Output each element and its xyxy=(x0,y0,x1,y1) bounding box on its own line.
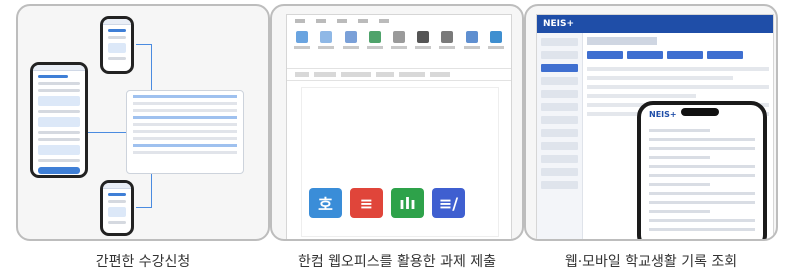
hancom-show-icon[interactable]: ≡ xyxy=(350,188,383,218)
hancom-hwp-icon[interactable]: 호 xyxy=(309,188,342,218)
caption-school-record: 웹·모바일 학교생활 기록 조회 xyxy=(564,254,738,270)
office-format-bar xyxy=(287,69,511,81)
phone-notch xyxy=(681,108,719,116)
school-record-card: NEIS+ NEIS+ xyxy=(524,4,778,241)
caption-web-office: 한컴 웹오피스를 활용한 과제 제출 xyxy=(297,254,497,270)
connector-line-left xyxy=(88,132,126,133)
office-ribbon xyxy=(287,27,511,69)
caption-course-registration: 간편한 수강신청 xyxy=(95,254,191,270)
neis-header: NEIS+ xyxy=(537,15,773,33)
phone-mockup-bottom xyxy=(100,180,134,236)
mobile-phone-mockup: NEIS+ xyxy=(637,101,767,239)
connector-line-top xyxy=(136,44,152,90)
feature-showcase: 호 ≡ ılı ≡/ NEIS+ NEIS+ 간편한 수강신청 한컴 웹오피스를… xyxy=(0,0,793,279)
hancom-app-tiles: 호 ≡ ılı ≡/ xyxy=(309,188,465,218)
neis-sidebar xyxy=(537,33,583,239)
phone-mockup-top xyxy=(100,16,134,74)
hancom-docs-icon[interactable]: ≡/ xyxy=(432,188,465,218)
mobile-neis-logo: NEIS+ xyxy=(649,109,677,119)
web-office-card: 호 ≡ ılı ≡/ xyxy=(270,4,524,241)
course-registration-card xyxy=(16,4,270,241)
phone-mockup-main xyxy=(30,62,88,178)
connector-line-bottom xyxy=(136,174,152,208)
neis-web-window: NEIS+ NEIS+ xyxy=(536,14,774,239)
hancom-cell-icon[interactable]: ılı xyxy=(391,188,424,218)
neis-logo: NEIS+ xyxy=(543,19,575,29)
office-menu-bar xyxy=(287,15,511,27)
desktop-screen-mockup xyxy=(126,90,244,174)
